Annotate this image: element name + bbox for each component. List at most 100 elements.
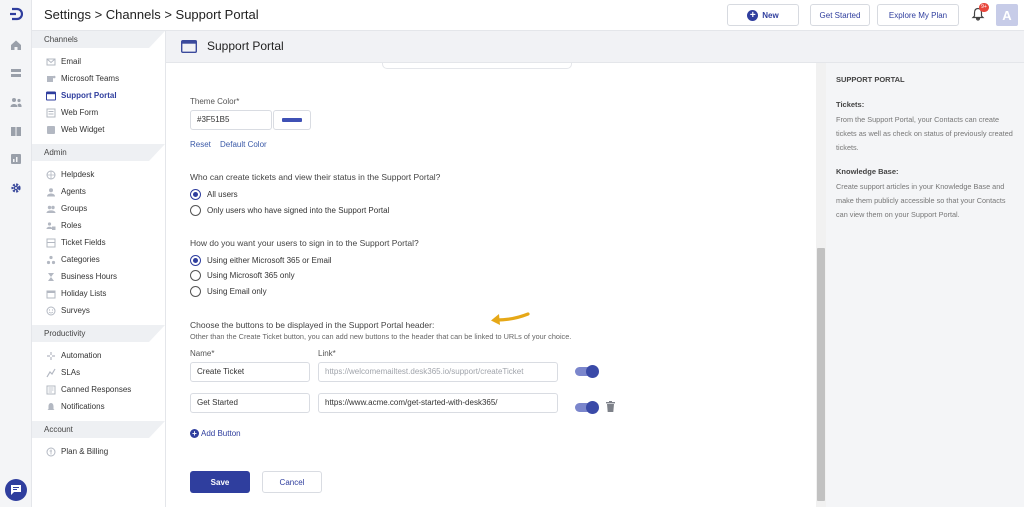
help-tickets-text: From the Support Portal, your Contacts c… bbox=[836, 115, 1013, 152]
sidebar-item-support-portal[interactable]: Support Portal bbox=[32, 87, 165, 104]
sidebar-item-categories[interactable]: Categories bbox=[32, 251, 165, 268]
reset-link[interactable]: Reset bbox=[190, 140, 211, 149]
home-icon[interactable] bbox=[10, 39, 22, 51]
sidebar-item-business-hours[interactable]: Business Hours bbox=[32, 268, 165, 285]
helpdesk-icon bbox=[46, 170, 56, 180]
radio-ms365-or-email[interactable]: Using either Microsoft 365 or Email bbox=[190, 255, 332, 266]
new-button[interactable]: + New bbox=[727, 4, 799, 26]
sidebar-item-label: Microsoft Teams bbox=[61, 74, 120, 83]
add-button-link[interactable]: + Add Button bbox=[190, 429, 241, 438]
radio-label: Using Microsoft 365 only bbox=[207, 271, 295, 280]
app-rail bbox=[0, 0, 32, 507]
nav-section-account: Account bbox=[32, 421, 165, 438]
sidebar-item-label: Web Form bbox=[61, 108, 99, 117]
calendar-icon bbox=[46, 289, 56, 299]
contacts-icon[interactable] bbox=[10, 96, 22, 108]
breadcrumb: Settings > Channels > Support Portal bbox=[44, 7, 259, 22]
button-name-input[interactable]: Create Ticket bbox=[190, 362, 310, 382]
reports-icon[interactable] bbox=[10, 153, 22, 165]
header-buttons-description: Other than the Create Ticket button, you… bbox=[190, 332, 572, 341]
main-content: Support Portal Theme Color* #3F51B5 Rese… bbox=[166, 31, 1024, 507]
help-tickets-heading: Tickets: bbox=[836, 100, 865, 109]
radio-circle bbox=[190, 205, 201, 216]
sidebar-item-label: Support Portal bbox=[61, 91, 117, 100]
help-panel: SUPPORT PORTAL Tickets: From the Support… bbox=[826, 63, 1024, 507]
radio-ms365-only[interactable]: Using Microsoft 365 only bbox=[190, 270, 295, 281]
delete-trash-icon[interactable] bbox=[606, 401, 615, 412]
help-kb-heading: Knowledge Base: bbox=[836, 167, 899, 176]
sidebar-item-holiday-lists[interactable]: Holiday Lists bbox=[32, 285, 165, 302]
automation-icon bbox=[46, 351, 56, 361]
radio-circle bbox=[190, 270, 201, 281]
sidebar-item-roles[interactable]: Roles bbox=[32, 217, 165, 234]
sidebar-item-web-widget[interactable]: Web Widget bbox=[32, 121, 165, 138]
radio-all-users[interactable]: All users bbox=[190, 189, 238, 200]
sidebar-item-label: Email bbox=[61, 57, 82, 66]
nav-section-productivity: Productivity bbox=[32, 325, 165, 342]
groups-icon bbox=[46, 204, 56, 214]
explore-my-plan-button[interactable]: Explore My Plan bbox=[877, 4, 959, 26]
tickets-icon[interactable] bbox=[10, 67, 22, 79]
default-color-link[interactable]: Default Color bbox=[220, 140, 267, 149]
sidebar-item-label: Roles bbox=[61, 221, 82, 230]
desk365-logo-icon[interactable] bbox=[9, 7, 23, 21]
sidebar-item-web-form[interactable]: Web Form bbox=[32, 104, 165, 121]
name-column-label: Name* bbox=[190, 349, 215, 358]
sidebar-item-notifications[interactable]: Notifications bbox=[32, 398, 165, 415]
radio-email-only[interactable]: Using Email only bbox=[190, 286, 267, 297]
arrow-pointer-icon bbox=[491, 312, 530, 325]
radio-label: All users bbox=[207, 190, 238, 199]
button-link-input[interactable]: https://www.acme.com/get-started-with-de… bbox=[318, 393, 558, 413]
sidebar-item-automation[interactable]: Automation bbox=[32, 347, 165, 364]
sidebar-item-surveys[interactable]: Surveys bbox=[32, 302, 165, 319]
get-started-button[interactable]: Get Started bbox=[810, 4, 870, 26]
portal-preview-card-edge bbox=[382, 63, 572, 69]
button-name-input[interactable]: Get Started bbox=[190, 393, 310, 413]
settings-gear-icon[interactable] bbox=[10, 182, 22, 194]
cancel-button[interactable]: Cancel bbox=[262, 471, 322, 493]
agents-icon bbox=[46, 187, 56, 197]
theme-color-picker[interactable] bbox=[273, 110, 311, 130]
sidebar-item-label: Ticket Fields bbox=[61, 238, 106, 247]
radio-signed-in-users[interactable]: Only users who have signed into the Supp… bbox=[190, 205, 389, 216]
teams-icon bbox=[46, 74, 56, 84]
page-title-bar: Support Portal bbox=[166, 31, 1024, 63]
sidebar-item-canned-responses[interactable]: Canned Responses bbox=[32, 381, 165, 398]
theme-color-input[interactable]: #3F51B5 bbox=[190, 110, 272, 130]
button-enabled-toggle[interactable] bbox=[575, 365, 599, 378]
avatar[interactable]: A bbox=[996, 4, 1018, 26]
sla-icon bbox=[46, 368, 56, 378]
color-swatch bbox=[282, 118, 302, 122]
header-buttons-question: Choose the buttons to be displayed in th… bbox=[190, 320, 435, 330]
sidebar-item-label: Surveys bbox=[61, 306, 90, 315]
sidebar-item-plan-billing[interactable]: Plan & Billing bbox=[32, 443, 165, 460]
sidebar-item-groups[interactable]: Groups bbox=[32, 200, 165, 217]
link-column-label: Link* bbox=[318, 349, 336, 358]
sidebar-item-ticket-fields[interactable]: Ticket Fields bbox=[32, 234, 165, 251]
help-kb-text: Create support articles in your Knowledg… bbox=[836, 182, 1006, 219]
scrollbar-thumb[interactable] bbox=[817, 248, 825, 501]
notification-badge: 9+ bbox=[979, 3, 989, 12]
main-scrollbar[interactable] bbox=[816, 63, 826, 507]
sidebar-item-microsoft-teams[interactable]: Microsoft Teams bbox=[32, 70, 165, 87]
sidebar-item-label: Agents bbox=[61, 187, 86, 196]
sidebar-item-slas[interactable]: SLAs bbox=[32, 364, 165, 381]
sidebar-item-helpdesk[interactable]: Helpdesk bbox=[32, 166, 165, 183]
button-link-input[interactable]: https://welcomemailtest.desk365.io/suppo… bbox=[318, 362, 558, 382]
sidebar-item-label: Notifications bbox=[61, 402, 105, 411]
knowledge-base-icon[interactable] bbox=[10, 125, 22, 137]
sidebar-item-agents[interactable]: Agents bbox=[32, 183, 165, 200]
button-enabled-toggle[interactable] bbox=[575, 401, 599, 414]
radio-label: Only users who have signed into the Supp… bbox=[207, 206, 390, 215]
top-header: Settings > Channels > Support Portal + N… bbox=[32, 0, 1024, 31]
sidebar-item-email[interactable]: Email bbox=[32, 53, 165, 70]
notifications-bell-icon[interactable]: 9+ bbox=[971, 3, 989, 23]
chat-support-icon[interactable] bbox=[5, 479, 27, 501]
radio-label: Using Email only bbox=[207, 287, 267, 296]
save-button[interactable]: Save bbox=[190, 471, 250, 493]
sidebar-item-label: Automation bbox=[61, 351, 102, 360]
form-icon bbox=[46, 108, 56, 118]
roles-icon bbox=[46, 221, 56, 231]
window-icon bbox=[181, 40, 197, 53]
email-icon bbox=[46, 57, 56, 67]
